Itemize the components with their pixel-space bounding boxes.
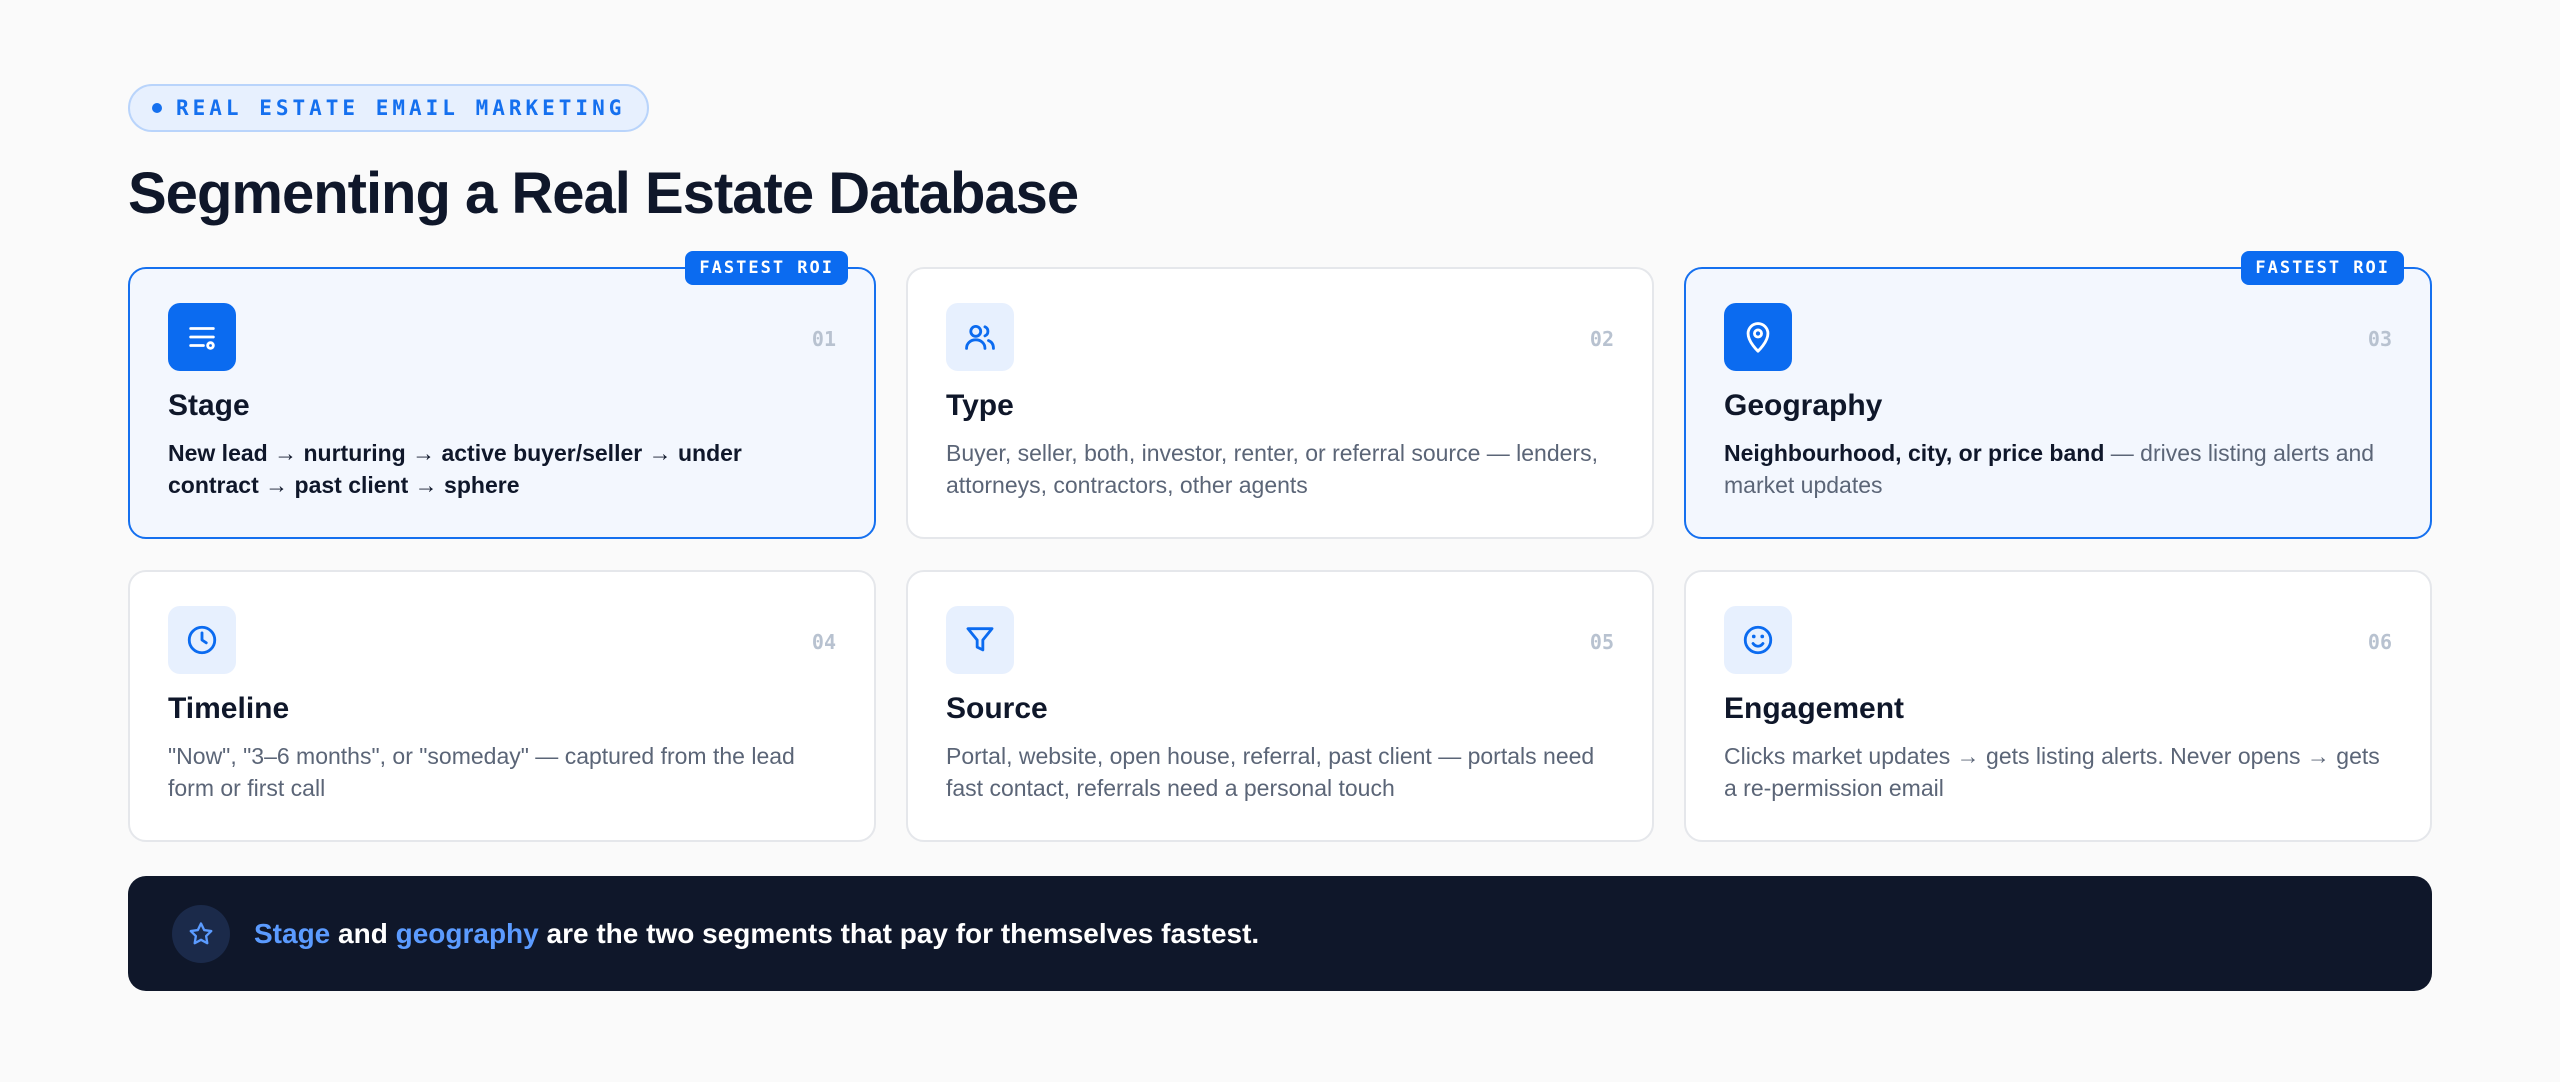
users-icon xyxy=(946,303,1014,371)
card-number: 03 xyxy=(2367,327,2392,351)
segment-card-source[interactable]: 05 Source Portal, website, open house, r… xyxy=(906,570,1654,842)
card-description: Portal, website, open house, referral, p… xyxy=(946,743,1595,801)
card-title: Stage xyxy=(168,389,250,422)
fastest-roi-badge: FASTEST ROI xyxy=(2241,251,2404,285)
list-filter-icon xyxy=(168,303,236,371)
dot-icon xyxy=(152,103,162,113)
summary-rest: are the two segments that pay for themse… xyxy=(538,917,1260,949)
card-description: Clicks market updates → gets listing ale… xyxy=(1724,743,2380,801)
summary-accent-stage: Stage xyxy=(254,917,331,949)
summary-banner: Stage and geography are the two segments… xyxy=(128,876,2432,991)
card-title: Engagement xyxy=(1724,692,1905,725)
card-description: Buyer, seller, both, investor, renter, o… xyxy=(946,440,1598,498)
funnel-icon xyxy=(946,606,1014,674)
segment-card-timeline[interactable]: 04 Timeline "Now", "3–6 months", or "som… xyxy=(128,570,876,842)
segment-card-geography[interactable]: FASTEST ROI 03 Geography Neighbourhood, … xyxy=(1684,251,2432,539)
star-icon xyxy=(172,904,230,963)
card-number: 02 xyxy=(1589,327,1614,351)
clock-icon xyxy=(168,606,236,674)
fastest-roi-badge: FASTEST ROI xyxy=(685,251,848,285)
map-pin-icon xyxy=(1724,303,1792,371)
segment-card-engagement[interactable]: 06 Engagement Clicks market updates → ge… xyxy=(1684,570,2432,842)
card-title: Timeline xyxy=(168,692,290,725)
card-description-strong: New lead → nurturing → active buyer/sell… xyxy=(168,440,742,498)
smiley-icon xyxy=(1724,606,1792,674)
card-description: Neighbourhood, city, or price band — dri… xyxy=(1724,437,2392,501)
segment-card-type[interactable]: 02 Type Buyer, seller, both, investor, r… xyxy=(906,267,1654,539)
eyebrow-pill: REAL ESTATE EMAIL MARKETING xyxy=(128,84,650,132)
segment-card-stage[interactable]: FASTEST ROI 01 Stage New lead → nurturin… xyxy=(128,251,876,539)
card-description: New lead → nurturing → active buyer/sell… xyxy=(168,437,836,501)
card-title: Source xyxy=(946,692,1048,725)
card-description: "Now", "3–6 months", or "someday" — capt… xyxy=(168,743,795,801)
summary-mid: and xyxy=(330,917,396,949)
card-title: Type xyxy=(946,389,1014,422)
card-description-strong: Neighbourhood, city, or price band xyxy=(1724,440,2105,466)
summary-text: Stage and geography are the two segments… xyxy=(254,918,1259,950)
card-number: 04 xyxy=(811,630,836,654)
page: REAL ESTATE EMAIL MARKETING Segmenting a… xyxy=(0,0,2560,1082)
summary-accent-geography: geography xyxy=(395,917,539,949)
page-title: Segmenting a Real Estate Database xyxy=(128,161,1079,226)
card-number: 05 xyxy=(1589,630,1614,654)
card-number: 01 xyxy=(811,327,836,351)
card-title: Geography xyxy=(1724,389,1883,422)
card-number: 06 xyxy=(2367,630,2392,654)
eyebrow-label: REAL ESTATE EMAIL MARKETING xyxy=(176,96,626,120)
